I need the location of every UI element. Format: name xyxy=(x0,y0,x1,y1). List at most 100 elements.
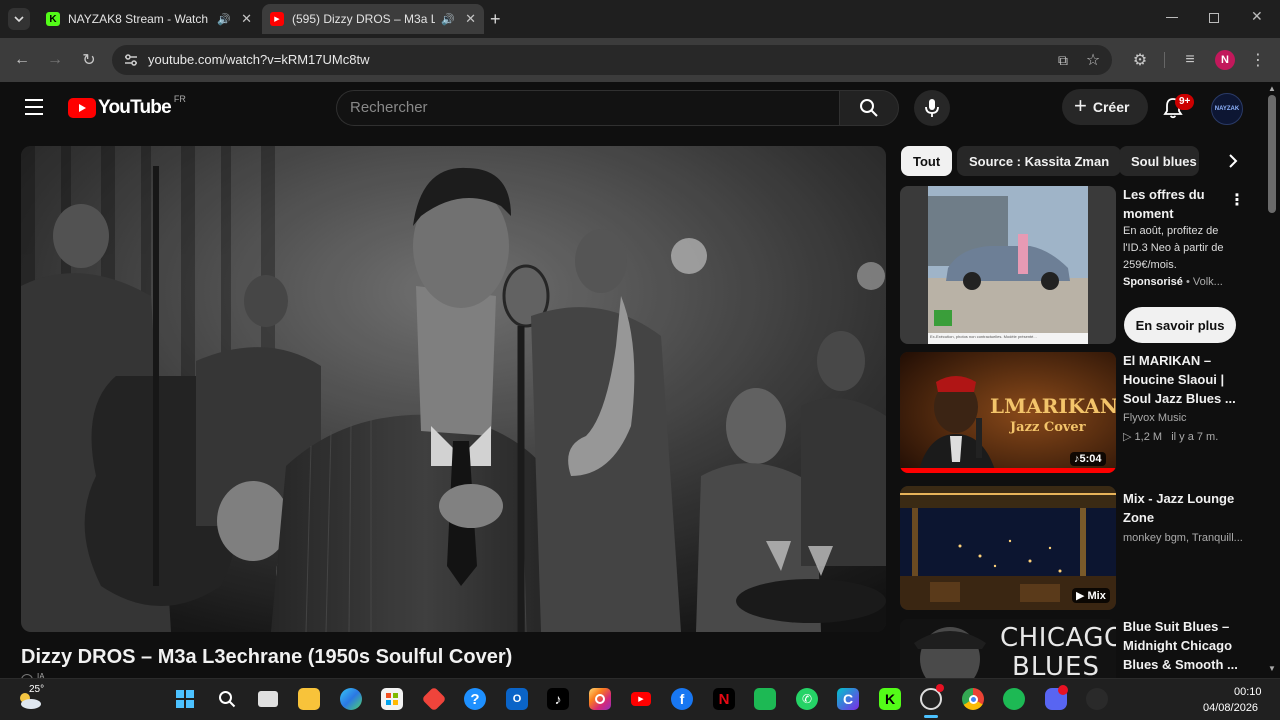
spotify-app-icon[interactable] xyxy=(754,688,776,710)
ad-thumbnail[interactable]: Ex-Exécution, photos non contractuelles.… xyxy=(900,186,1116,344)
edge-icon[interactable] xyxy=(340,688,362,710)
instagram-icon[interactable] xyxy=(589,688,611,710)
weather-temperature: 25° xyxy=(29,684,45,695)
tab-title: NAYZAK8 Stream - Watch Li xyxy=(68,12,212,26)
taskbar-search-icon[interactable] xyxy=(216,688,238,710)
weather-widget[interactable]: 25° xyxy=(16,684,56,714)
ad-thumbnail-caption: Ex-Exécution, photos non contractuelles.… xyxy=(930,334,1037,339)
forward-icon[interactable]: → xyxy=(45,50,65,70)
more-options-icon[interactable]: ⋮ xyxy=(1229,190,1245,210)
chip-all[interactable]: Tout xyxy=(901,146,953,176)
help-icon[interactable]: ? xyxy=(464,688,486,710)
account-avatar[interactable]: NAYZAK xyxy=(1211,93,1243,125)
create-label: Créer xyxy=(1092,99,1130,115)
canva-icon[interactable]: C xyxy=(837,688,859,710)
url-text[interactable]: youtube.com/watch?v=kRM17UMc8tw xyxy=(148,52,369,67)
bookmark-star-icon[interactable]: ☆ xyxy=(1083,50,1103,70)
restore-icon[interactable] xyxy=(1209,13,1219,23)
avatar-text: NAYZAK xyxy=(1214,106,1240,112)
windows-start-icon[interactable] xyxy=(174,688,196,710)
tiktok-icon[interactable]: ♪ xyxy=(547,688,569,710)
clock-date[interactable]: 04/08/2026 xyxy=(1203,702,1258,714)
chip-soul-blues[interactable]: Soul blues xyxy=(1119,146,1199,176)
video-title: Dizzy DROS – M3a L3echrane (1950s Soulfu… xyxy=(21,646,513,668)
tab-search-button[interactable] xyxy=(8,8,30,30)
browser-tab-youtube[interactable]: ▶ (595) Dizzy DROS – M3a L3ec 🔊 ✕ xyxy=(262,4,484,34)
video-stats: ▷ 1,2 M il y a 7 m. xyxy=(1123,429,1248,446)
microphone-icon xyxy=(925,99,939,117)
netflix-icon[interactable]: N xyxy=(713,688,735,710)
reload-icon[interactable]: ↻ xyxy=(79,50,99,70)
hamburger-menu-icon[interactable] xyxy=(25,99,43,115)
task-view-icon[interactable] xyxy=(258,691,278,707)
chip-source[interactable]: Source : Kassita Zman xyxy=(957,146,1122,176)
region-code: FR xyxy=(173,94,186,104)
close-tab-icon[interactable]: ✕ xyxy=(465,11,476,27)
mix-thumbnail[interactable]: ▶ Mix xyxy=(900,486,1116,610)
toolbar-divider xyxy=(1164,52,1165,68)
window-close-icon[interactable]: ✕ xyxy=(1251,8,1263,25)
clock-time[interactable]: 00:10 xyxy=(1234,686,1262,698)
site-info-icon[interactable] xyxy=(123,52,139,68)
whatsapp-icon[interactable]: ✆ xyxy=(796,688,818,710)
separator-dot: • xyxy=(1185,276,1193,288)
channel-name[interactable]: Flyvox Music xyxy=(1123,410,1248,427)
chrome-menu-icon[interactable]: ⋮ xyxy=(1248,50,1268,70)
youtube-logo[interactable]: YouTube FR xyxy=(68,94,186,119)
views-and-age: 1,2 M il y a 7 m. xyxy=(1134,431,1219,443)
file-explorer-icon[interactable] xyxy=(298,688,320,710)
close-tab-icon[interactable]: ✕ xyxy=(241,11,252,27)
create-button[interactable]: + Créer xyxy=(1062,89,1148,125)
thumbnail-text-2: Jazz Cover xyxy=(1010,420,1086,435)
ad-sponsor-line: Sponsorisé • Volk... xyxy=(1123,274,1248,291)
advertiser-name: Volk... xyxy=(1192,276,1223,288)
search-placeholder: Rechercher xyxy=(350,99,428,116)
app-icon[interactable] xyxy=(1086,688,1108,710)
thumbnail-text-2: BLUES xyxy=(1012,652,1100,678)
chrome-icon[interactable] xyxy=(962,688,984,710)
search-button[interactable] xyxy=(839,90,899,126)
obs-recording-dot xyxy=(936,684,944,692)
profile-avatar[interactable]: N xyxy=(1215,50,1235,70)
video-thumbnail[interactable]: CHICAGO BLUES xyxy=(900,619,1116,678)
ad-title[interactable]: Les offres du moment xyxy=(1123,185,1238,223)
learn-more-button[interactable]: En savoir plus xyxy=(1124,307,1236,343)
thumbnail-text-1: LMARIKAN xyxy=(990,394,1116,418)
youtube-logo-text: YouTube xyxy=(98,97,172,118)
spotify-icon[interactable] xyxy=(1003,688,1025,710)
plus-icon: + xyxy=(1074,93,1087,118)
back-icon[interactable]: ← xyxy=(12,50,32,70)
mix-title-link[interactable]: Mix - Jazz Lounge Zone xyxy=(1123,489,1238,527)
outlook-icon[interactable]: O xyxy=(506,688,528,710)
tab-title: (595) Dizzy DROS – M3a L3ec xyxy=(292,12,436,26)
install-app-icon[interactable]: ⧉ xyxy=(1053,50,1073,70)
media-controls-icon[interactable]: ≡ xyxy=(1180,50,1200,70)
video-player[interactable] xyxy=(21,146,886,632)
youtube-favicon-icon: ▶ xyxy=(270,12,284,26)
ad-description: En août, profitez de l'ID.3 Neo à partir… xyxy=(1123,225,1224,271)
duration-text: 5:04 xyxy=(1079,453,1102,465)
duration-badge: ♪5:04 xyxy=(1070,452,1106,466)
chevron-right-icon[interactable] xyxy=(1207,146,1239,176)
extensions-icon[interactable]: ⚙ xyxy=(1130,50,1150,70)
kick-icon[interactable]: K xyxy=(879,688,901,710)
new-tab-icon[interactable]: + xyxy=(490,9,501,30)
microsoft-store-icon[interactable] xyxy=(381,688,403,710)
play-icon: ▷ xyxy=(1123,431,1135,443)
voice-search-button[interactable] xyxy=(914,90,950,126)
browser-tab-kick[interactable]: K NAYZAK8 Stream - Watch Li 🔊 ✕ xyxy=(38,4,260,34)
scroll-up-icon[interactable]: ▲ xyxy=(1268,84,1276,93)
speaker-icon[interactable]: 🔊 xyxy=(441,13,455,26)
scroll-down-icon[interactable]: ▼ xyxy=(1268,664,1276,673)
facebook-icon[interactable]: f xyxy=(671,688,693,710)
video-thumbnail[interactable]: LMARIKAN Jazz Cover ♪5:04 xyxy=(900,352,1116,473)
video-frame-image xyxy=(21,146,886,632)
youtube-app-icon[interactable]: ▶ xyxy=(630,688,652,710)
speaker-icon[interactable]: 🔊 xyxy=(217,13,231,26)
page-scrollbar-thumb[interactable] xyxy=(1268,95,1276,213)
discord-notification-badge xyxy=(1058,685,1068,695)
minimize-icon[interactable] xyxy=(1166,17,1178,18)
video-title-link[interactable]: El MARIKAN – Houcine Slaoui | Soul Jazz … xyxy=(1123,351,1238,408)
thumbnail-text-1: CHICAGO xyxy=(1000,623,1116,653)
video-title-link[interactable]: Blue Suit Blues – Midnight Chicago Blues… xyxy=(1123,617,1238,674)
